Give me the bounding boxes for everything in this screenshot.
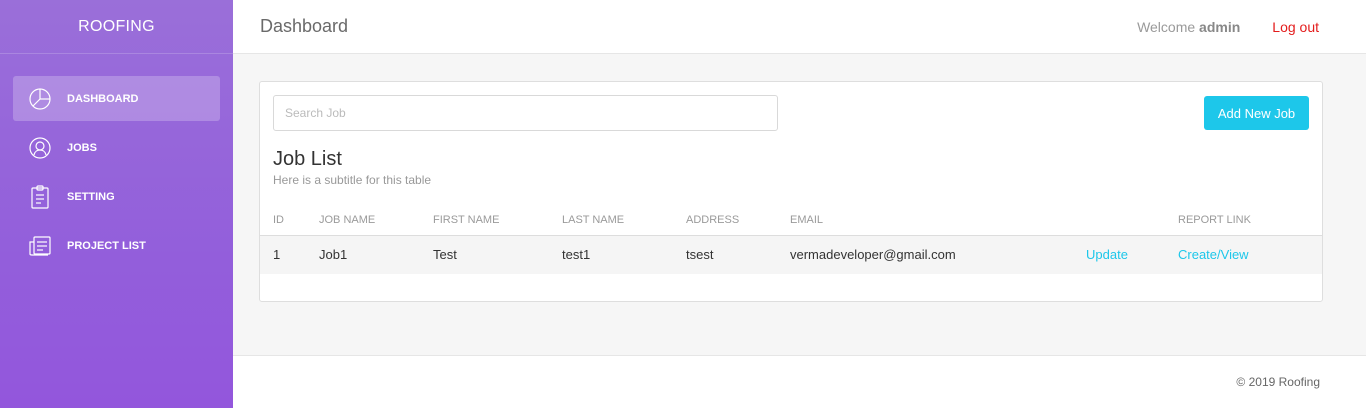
cell-job-name: Job1 <box>319 235 433 274</box>
column-header-last-name: LAST NAME <box>562 206 686 236</box>
sidebar-item-label: PROJECT LIST <box>67 239 146 252</box>
column-header-job-name: JOB NAME <box>319 206 433 236</box>
logout-link[interactable]: Log out <box>1272 19 1319 35</box>
column-header-id: ID <box>260 206 319 236</box>
cell-address: tsest <box>686 235 790 274</box>
search-input[interactable] <box>273 95 778 131</box>
sidebar-item-jobs[interactable]: JOBS <box>13 125 220 170</box>
cell-report-link: Create/View <box>1178 235 1322 274</box>
cell-first-name: Test <box>433 235 562 274</box>
update-link[interactable]: Update <box>1086 247 1128 262</box>
footer: © 2019 Roofing <box>233 355 1366 408</box>
table-row: 1 Job1 Test test1 tsest vermadeveloper@g… <box>260 235 1322 274</box>
pie-chart-icon <box>28 87 52 111</box>
add-new-job-button[interactable]: Add New Job <box>1204 96 1309 130</box>
table-header-row: ID JOB NAME FIRST NAME LAST NAME ADDRESS… <box>260 206 1322 236</box>
sidebar-item-setting[interactable]: SETTING <box>13 174 220 219</box>
sidebar-item-project-list[interactable]: PROJECT LIST <box>13 223 220 268</box>
welcome-message: Welcome admin <box>1137 19 1240 35</box>
cell-email: vermadeveloper@gmail.com <box>790 235 1086 274</box>
clipboard-icon <box>28 184 52 209</box>
news-icon <box>28 234 52 258</box>
job-list-card: Add New Job Job List Here is a subtitle … <box>259 81 1323 302</box>
column-header-address: ADDRESS <box>686 206 790 236</box>
sidebar: ROOFING DASHBOARD JOBS SETTING PROJECT L… <box>0 0 233 408</box>
column-header-actions <box>1086 206 1178 236</box>
cell-update: Update <box>1086 235 1178 274</box>
sidebar-item-label: DASHBOARD <box>67 92 139 105</box>
welcome-prefix: Welcome <box>1137 18 1196 35</box>
sidebar-nav: DASHBOARD JOBS SETTING PROJECT LIST <box>0 54 233 268</box>
copyright: © 2019 Roofing <box>1236 375 1320 389</box>
create-view-link[interactable]: Create/View <box>1178 247 1249 262</box>
sidebar-item-dashboard[interactable]: DASHBOARD <box>13 76 220 121</box>
column-header-report-link: REPORT LINK <box>1178 206 1322 236</box>
sidebar-item-label: SETTING <box>67 190 115 203</box>
cell-id: 1 <box>260 235 319 274</box>
table-title: Job List <box>273 148 342 170</box>
sidebar-item-label: JOBS <box>67 141 97 154</box>
top-navbar: Dashboard Welcome admin Log out <box>233 0 1366 54</box>
column-header-email: EMAIL <box>790 206 1086 236</box>
user-icon <box>28 136 52 160</box>
table-subtitle: Here is a subtitle for this table <box>273 173 432 187</box>
cell-last-name: test1 <box>562 235 686 274</box>
username: admin <box>1199 18 1241 35</box>
column-header-first-name: FIRST NAME <box>433 206 562 236</box>
job-table: ID JOB NAME FIRST NAME LAST NAME ADDRESS… <box>260 206 1322 274</box>
brand-logo[interactable]: ROOFING <box>0 0 233 54</box>
page-title: Dashboard <box>260 16 349 36</box>
